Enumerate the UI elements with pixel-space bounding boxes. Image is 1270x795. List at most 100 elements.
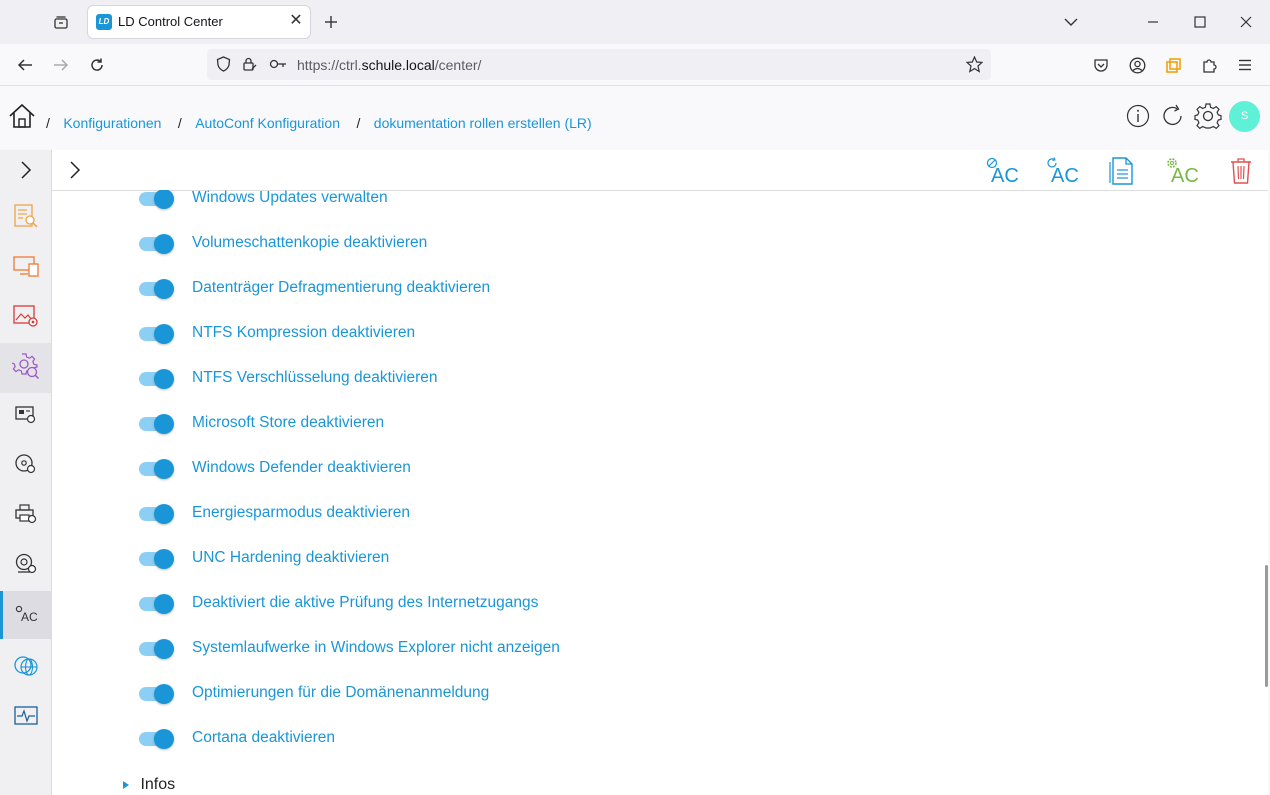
document-button[interactable] [1106, 154, 1136, 188]
tab-list-icon[interactable] [48, 10, 74, 34]
settings-gear-icon[interactable] [1192, 100, 1224, 132]
disable-autoconf-button[interactable]: AC [984, 156, 1019, 187]
option-toggle-switch[interactable] [137, 324, 175, 344]
panel-expand-chevron-right-icon[interactable] [62, 156, 88, 184]
option-label[interactable]: Windows Defender deaktivieren [192, 459, 411, 477]
reload-icon[interactable] [84, 52, 110, 78]
option-list: Windows Updates verwalten Volumeschattenk… [52, 190, 1268, 795]
option-toggle-switch[interactable] [137, 594, 175, 614]
option-label[interactable]: Optimierungen für die Domänenanmeldung [192, 684, 489, 702]
home-icon[interactable] [6, 100, 38, 132]
option-toggle-switch[interactable] [137, 459, 175, 479]
ac-label: AC [1171, 165, 1199, 187]
delete-button[interactable] [1226, 154, 1256, 188]
sidebar-item-reports[interactable] [0, 195, 51, 241]
option-label[interactable]: Deaktiviert die aktive Prüfung des Inter… [192, 594, 538, 612]
toggle-knob [154, 279, 174, 299]
option-toggle-switch[interactable] [137, 414, 175, 434]
info-icon[interactable] [1124, 102, 1152, 130]
hamburger-menu-icon[interactable] [1232, 52, 1258, 78]
toggle-knob [154, 190, 174, 209]
sidebar-item-printers[interactable] [0, 493, 51, 539]
tab-overflow-chevron-down-icon[interactable] [1058, 10, 1084, 34]
breadcrumb-separator: / [46, 115, 50, 131]
minimize-window-icon[interactable] [1140, 10, 1166, 34]
sidebar-item-webcam[interactable] [0, 543, 51, 589]
close-window-icon[interactable] [1233, 10, 1259, 34]
option-label[interactable]: Datenträger Defragmentierung deaktiviere… [192, 279, 490, 297]
toggle-knob [154, 594, 174, 614]
account-icon[interactable] [1124, 52, 1150, 78]
toggle-knob [154, 414, 174, 434]
sidebar-item-images[interactable] [0, 295, 51, 341]
toggle-knob [154, 549, 174, 569]
option-label[interactable]: Microsoft Store deaktivieren [192, 414, 384, 432]
disk-settings-icon [14, 453, 38, 480]
option-toggle-switch[interactable] [137, 684, 175, 704]
gear-search-icon [9, 352, 40, 385]
refresh-icon[interactable] [1158, 101, 1188, 131]
user-avatar[interactable]: S [1229, 101, 1260, 132]
toggle-knob [154, 369, 174, 389]
browser-tab-strip: LD LD Control Center ✕ [0, 0, 1270, 44]
option-label[interactable]: Systemlaufwerke in Windows Explorer nich… [192, 639, 560, 657]
option-toggle-switch[interactable] [137, 504, 175, 524]
url-text[interactable]: https://ctrl.schule.local/center/ [297, 57, 481, 73]
option-label[interactable]: Windows Updates verwalten [192, 190, 388, 207]
sidebar-expand-chevron-right-icon[interactable] [0, 150, 51, 190]
ac-label: AC [1051, 165, 1079, 187]
option-toggle-switch[interactable] [137, 729, 175, 749]
option-label[interactable]: Cortana deaktivieren [192, 729, 335, 747]
breadcrumb-current-config[interactable]: dokumentation rollen erstellen (LR) [374, 115, 592, 131]
key-permissions-icon[interactable] [267, 54, 289, 74]
option-toggle-switch[interactable] [137, 234, 175, 254]
option-toggle-switch[interactable] [137, 190, 175, 209]
sidebar-item-disks[interactable] [0, 443, 51, 489]
option-label[interactable]: UNC Hardening deaktivieren [192, 549, 389, 567]
option-toggle-switch[interactable] [137, 639, 175, 659]
sidebar-item-monitoring[interactable] [0, 695, 51, 741]
infos-section-toggle[interactable]: Infos [122, 776, 175, 794]
option-toggle-switch[interactable] [137, 369, 175, 389]
option-label[interactable]: Volumeschattenkopie deaktivieren [192, 234, 427, 252]
breadcrumb: / Konfigurationen / AutoConf Konfigurati… [46, 115, 592, 133]
new-tab-icon[interactable] [318, 10, 344, 34]
hardware-settings-icon [14, 403, 38, 430]
option-label[interactable]: Energiesparmodus deaktivieren [192, 504, 410, 522]
sidebar-item-hardware[interactable] [0, 393, 51, 439]
sidebar-item-devices[interactable] [0, 245, 51, 291]
browser-nav-bar: https://ctrl.schule.local/center/ [0, 44, 1270, 86]
option-label[interactable]: NTFS Verschlüsselung deaktivieren [192, 369, 438, 387]
sidebar-item-network[interactable] [0, 645, 51, 691]
trash-icon [1231, 158, 1251, 184]
option-row: UNC Hardening deaktivieren [52, 545, 1268, 573]
image-settings-icon [12, 303, 40, 334]
tab-close-icon[interactable]: ✕ [284, 9, 308, 33]
globe-gear-icon [12, 653, 40, 684]
forward-arrow-icon[interactable] [48, 52, 74, 78]
refresh-autoconf-button[interactable]: AC [1044, 156, 1079, 187]
lock-icon[interactable] [239, 54, 259, 74]
bookmark-star-icon[interactable] [963, 54, 985, 74]
maximize-window-icon[interactable] [1187, 10, 1213, 34]
sidebar-item-configuration[interactable] [0, 343, 51, 393]
configure-autoconf-button[interactable]: AC [1164, 156, 1199, 187]
pocket-icon[interactable] [1088, 52, 1114, 78]
caret-right-icon [123, 781, 129, 789]
option-row: Windows Updates verwalten [52, 190, 1268, 213]
main-content: AC AC AC Windows Updates verwalten Volume… [52, 150, 1268, 795]
extensions-puzzle-icon[interactable] [1196, 52, 1222, 78]
scrollbar-thumb[interactable] [1265, 565, 1268, 687]
breadcrumb-autoconf-konfiguration[interactable]: AutoConf Konfiguration [195, 115, 340, 131]
option-toggle-switch[interactable] [137, 549, 175, 569]
browser-tab[interactable]: LD LD Control Center ✕ [88, 6, 310, 38]
option-label[interactable]: NTFS Kompression deaktivieren [192, 324, 415, 342]
option-toggle-switch[interactable] [137, 279, 175, 299]
monitor-pulse-icon [13, 705, 39, 732]
sidebar-item-autoconf[interactable]: AC [0, 591, 51, 639]
breadcrumb-konfigurationen[interactable]: Konfigurationen [63, 115, 161, 131]
url-bar[interactable]: https://ctrl.schule.local/center/ [207, 49, 991, 80]
multi-account-containers-icon[interactable] [1160, 52, 1186, 78]
back-arrow-icon[interactable] [12, 52, 38, 78]
shield-icon[interactable] [213, 54, 233, 74]
